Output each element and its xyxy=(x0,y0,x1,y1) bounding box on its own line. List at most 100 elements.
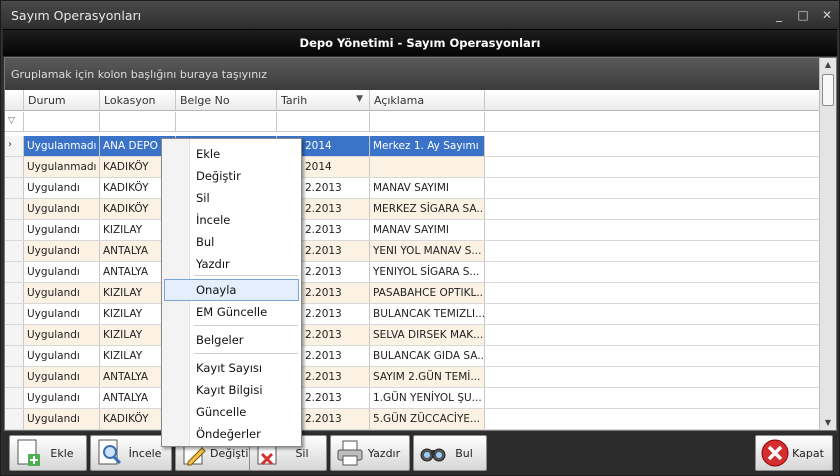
cell-aciklama[interactable]: SAYIM 2.GÜN TEMİ... xyxy=(370,367,485,387)
ekle-button[interactable]: Ekle xyxy=(9,435,87,471)
cell-durum[interactable]: Uygulandı xyxy=(24,262,100,282)
context-menu-item[interactable]: EM Güncelle xyxy=(164,301,299,323)
row-indicator[interactable] xyxy=(5,388,24,408)
table-row[interactable]: Uygulandı KIZILAY 2.2013 BULANCAK TEMIZLI..… xyxy=(5,304,819,325)
context-menu-item[interactable]: Kayıt Bilgisi xyxy=(164,379,299,401)
cell-aciklama[interactable]: BULANCAK TEMIZLI... xyxy=(370,304,485,324)
cell-durum[interactable]: Uygulandı xyxy=(24,304,100,324)
cell-aciklama[interactable]: BULANCAK GIDA SA... xyxy=(370,346,485,366)
cell-aciklama[interactable]: MANAV SAYIMI xyxy=(370,220,485,240)
cell-durum[interactable]: Uygulanmadı xyxy=(24,157,100,177)
filter-icon[interactable]: ▽ xyxy=(5,112,24,131)
context-menu-item[interactable]: Ekle xyxy=(164,143,299,165)
cell-durum[interactable]: Uygulandı xyxy=(24,199,100,219)
row-indicator[interactable] xyxy=(5,157,24,177)
filter-cell-aciklama[interactable] xyxy=(370,112,485,131)
column-header-belge-no[interactable]: Belge No xyxy=(176,90,277,110)
cell-aciklama[interactable] xyxy=(370,157,485,177)
row-indicator[interactable] xyxy=(5,367,24,387)
table-row[interactable]: Uygulandı KADIKÖY 2.2013 MERKEZ SİGARA SA..… xyxy=(5,199,819,220)
table-row[interactable]: Uygulandı ANTALYA 2.2013 YENI YOL MANAV S..… xyxy=(5,241,819,262)
context-menu-item[interactable]: Öndeğerler xyxy=(164,423,299,445)
scroll-thumb[interactable] xyxy=(822,74,834,106)
cell-durum[interactable]: Uygulanmadı xyxy=(24,136,100,156)
cell-durum[interactable]: Uygulandı xyxy=(24,220,100,240)
table-row[interactable]: Uygulandı ANTALYA 2.2013 1.GÜN YENİYOL ŞU..… xyxy=(5,388,819,409)
context-menu-item[interactable]: Sil xyxy=(164,187,299,209)
row-indicator[interactable] xyxy=(5,178,24,198)
cell-durum[interactable]: Uygulandı xyxy=(24,325,100,345)
row-indicator[interactable] xyxy=(5,409,24,429)
cell-aciklama[interactable]: SELVA DIRSEK MAK... xyxy=(370,325,485,345)
page-header: Depo Yönetimi - Sayım Operasyonları xyxy=(3,29,837,56)
table-row[interactable]: Uygulandı ANTALYA 2.2013 SAYIM 2.GÜN TEMİ..… xyxy=(5,367,819,388)
cell-durum[interactable]: Uygulandı xyxy=(24,367,100,387)
cell-aciklama[interactable]: MANAV SAYIMI xyxy=(370,178,485,198)
cell-durum[interactable]: Uygulandı xyxy=(24,178,100,198)
row-indicator[interactable] xyxy=(5,220,24,240)
cell-durum[interactable]: Uygulandı xyxy=(24,241,100,261)
cell-aciklama[interactable]: 1.GÜN YENİYOL ŞU... xyxy=(370,388,485,408)
row-indicator[interactable] xyxy=(5,283,24,303)
column-header-lokasyon[interactable]: Lokasyon xyxy=(100,90,176,110)
scroll-up-icon[interactable]: ▲ xyxy=(820,58,836,72)
close-window-button[interactable]: ✕ xyxy=(815,5,839,25)
filter-cell-durum[interactable] xyxy=(24,112,100,131)
context-menu-item[interactable]: Belgeler xyxy=(164,329,299,351)
yazdir-button[interactable]: Yazdır xyxy=(330,435,410,471)
row-indicator[interactable] xyxy=(5,199,24,219)
table-row[interactable]: Uygulandı KADIKÖY 2.2013 5.GÜN ZÜCCACİYE... xyxy=(5,409,819,430)
column-header-tarih[interactable]: Tarih ▼ xyxy=(277,90,370,110)
cell-durum[interactable]: Uygulandı xyxy=(24,409,100,429)
title-bar[interactable]: Sayım Operasyonları _ □ ✕ xyxy=(1,1,839,29)
cell-aciklama[interactable]: 5.GÜN ZÜCCACİYE... xyxy=(370,409,485,429)
vertical-scrollbar[interactable]: ▲ ▼ xyxy=(819,58,836,430)
table-row[interactable]: Uygulandı KADIKÖY 2.2013 MANAV SAYIMI xyxy=(5,178,819,199)
context-menu-item[interactable]: Bul xyxy=(164,231,299,253)
cell-aciklama[interactable]: PASABAHCE OPTIKL... xyxy=(370,283,485,303)
table-row[interactable]: Uygulandı KIZILAY 2.2013 PASABAHCE OPTIKL..… xyxy=(5,283,819,304)
row-indicator[interactable] xyxy=(5,346,24,366)
bottom-toolbar: Ekle İncele Değiştir Sil Yazdır Bul Kapa… xyxy=(3,433,837,475)
table-row[interactable]: Uygulanmadı KADIKÖY 2014 xyxy=(5,157,819,178)
group-by-panel[interactable]: Gruplamak için kolon başlığını buraya ta… xyxy=(5,58,819,90)
close-icon xyxy=(760,438,790,468)
filter-cell-belge-no[interactable] xyxy=(176,112,277,131)
cell-durum[interactable]: Uygulandı xyxy=(24,283,100,303)
bul-button[interactable]: Bul xyxy=(413,435,487,471)
cell-aciklama[interactable]: MERKEZ SİGARA SA... xyxy=(370,199,485,219)
minimize-button[interactable]: _ xyxy=(767,5,791,25)
filter-cell-tarih[interactable] xyxy=(277,112,370,131)
table-row[interactable]: Uygulandı ANTALYA 2.2013 YENIYOL SİGARA S..… xyxy=(5,262,819,283)
context-menu-item[interactable]: Yazdır xyxy=(164,253,299,275)
table-row[interactable]: › Uygulanmadı ANA DEPO 2014 Merkez 1. Ay Say… xyxy=(5,136,819,157)
context-menu-item[interactable]: Onayla xyxy=(164,279,299,301)
row-indicator[interactable] xyxy=(5,325,24,345)
column-header-aciklama[interactable]: Açıklama xyxy=(370,90,485,110)
row-indicator[interactable] xyxy=(5,304,24,324)
filter-cell-lokasyon[interactable] xyxy=(100,112,176,131)
row-indicator[interactable] xyxy=(5,241,24,261)
cell-durum[interactable]: Uygulandı xyxy=(24,388,100,408)
table-row[interactable]: Uygulandı KIZILAY 2.2013 SELVA DIRSEK MAK..… xyxy=(5,325,819,346)
incele-button[interactable]: İncele xyxy=(90,435,172,471)
table-row[interactable]: Uygulandı KIZILAY 2.2013 MANAV SAYIMI xyxy=(5,220,819,241)
row-indicator[interactable] xyxy=(5,262,24,282)
context-menu-item[interactable]: İncele xyxy=(164,209,299,231)
maximize-button[interactable]: □ xyxy=(791,5,815,25)
cell-aciklama[interactable]: YENIYOL SİGARA S... xyxy=(370,262,485,282)
row-indicator[interactable]: › xyxy=(5,136,24,156)
scroll-down-icon[interactable]: ▼ xyxy=(820,416,836,430)
kapat-button[interactable]: Kapat xyxy=(755,435,833,471)
context-menu-item[interactable]: Güncelle xyxy=(164,401,299,423)
context-menu-item[interactable]: Kayıt Sayısı xyxy=(164,357,299,379)
main-window: Sayım Operasyonları _ □ ✕ Depo Yönetimi … xyxy=(0,0,840,476)
cell-durum[interactable]: Uygulandı xyxy=(24,346,100,366)
column-header-durum[interactable]: Durum xyxy=(24,90,100,110)
cell-aciklama[interactable]: YENI YOL MANAV S... xyxy=(370,241,485,261)
cell-aciklama[interactable]: Merkez 1. Ay Sayımı xyxy=(370,136,485,156)
table-row[interactable]: Uygulandı KIZILAY 2.2013 BULANCAK GIDA SA..… xyxy=(5,346,819,367)
context-menu-item[interactable]: Değiştir xyxy=(164,165,299,187)
binoculars-icon xyxy=(418,438,448,468)
data-grid: Gruplamak için kolon başlığını buraya ta… xyxy=(4,57,837,431)
